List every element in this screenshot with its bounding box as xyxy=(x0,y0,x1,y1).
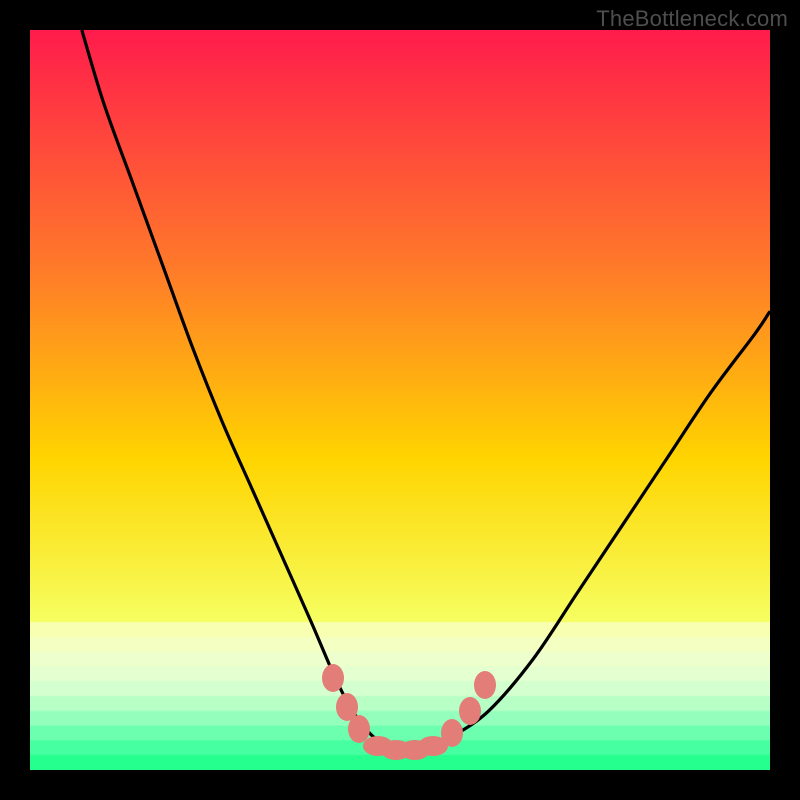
chart-marker xyxy=(459,697,481,725)
chart-marker xyxy=(474,671,496,699)
chart-marker xyxy=(441,719,463,747)
bottleneck-chart xyxy=(30,30,770,770)
watermark-text: TheBottleneck.com xyxy=(596,6,788,32)
chart-marker xyxy=(322,664,344,692)
